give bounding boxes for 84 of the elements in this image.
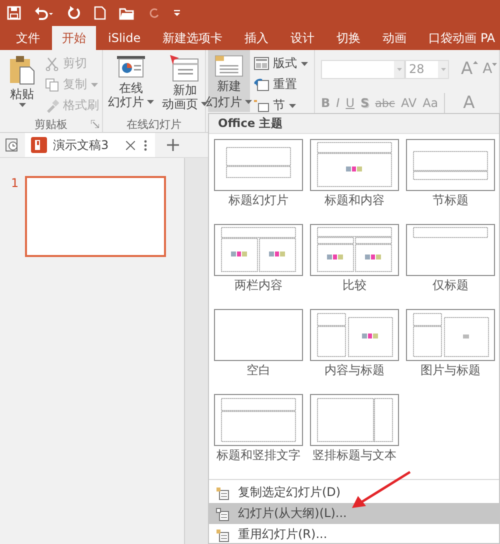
ribbon-tab[interactable]: 新建选项卡 [152,26,233,50]
slides-icon [215,486,229,500]
slides-icon [215,528,229,542]
layout-thumbnail[interactable] [406,309,495,361]
new-slide-button[interactable]: 新建 幻灯片 [208,50,250,112]
layout-name: 比较 [342,277,366,294]
clock-icon[interactable] [5,138,19,152]
document-tab[interactable]: 演示文稿3 [25,133,155,157]
slide-number: 1 [11,176,19,192]
layout-name: 标题幻灯片 [228,192,288,209]
save-icon[interactable] [7,6,21,20]
repeat-icon[interactable] [148,6,160,20]
layout-thumbnail[interactable] [310,394,399,446]
layout-thumbnail[interactable] [310,309,399,361]
layout-thumbnail[interactable] [310,139,399,191]
layout-thumbnail[interactable] [214,139,303,191]
layout-name: 节标题 [432,192,468,209]
scissors-icon [45,56,59,70]
ribbon-tab[interactable]: 口袋动画 PA [418,26,500,50]
slide-with-flag-icon [170,55,200,83]
layout-name: 仅标题 [432,277,468,294]
layout-thumbnail[interactable] [310,224,399,276]
menu-item[interactable]: 复制选定幻灯片(D) [209,482,499,503]
redo-icon[interactable] [67,6,81,20]
paste-button[interactable]: 粘贴 [3,52,41,116]
folder-icon[interactable] [119,6,135,20]
layout-name: 标题和内容 [324,192,384,209]
caret-icon [201,102,208,106]
slides-icon [215,506,229,520]
ribbon-tab[interactable]: 切换 [326,26,371,50]
new-file-icon[interactable] [94,6,106,20]
layout-name: 标题和竖排文字 [216,447,300,464]
clipboard-icon [9,55,35,85]
layout-name: 图片与标题 [420,362,480,379]
customize-icon[interactable] [173,8,181,18]
caret-icon [18,103,26,107]
group-label: 在线幻灯片 [126,116,182,132]
up-caret-icon [472,61,478,64]
layout-thumbnail[interactable] [406,224,495,276]
caret-icon [396,68,402,70]
undo-icon[interactable] [34,6,54,20]
layout-name: 内容与标题 [324,362,384,379]
menu-header: Office 主题 [209,114,499,134]
powerpoint-icon [31,137,47,153]
more-icon[interactable] [144,140,147,150]
layout-thumbnail[interactable] [214,224,303,276]
annotation-arrow [350,470,412,510]
group-label: 剪贴板 [34,116,68,132]
ribbon-tab[interactable]: iSlide [98,26,151,50]
ribbon-tab[interactable]: 开始 [52,26,96,50]
online-slides-button[interactable]: 在线 幻灯片 [106,52,156,116]
slide-icon [212,55,246,77]
caret-icon [289,104,296,108]
layout-name: 空白 [246,362,270,379]
layout-thumbnail[interactable] [214,394,303,446]
layout-name: 竖排标题与文本 [312,447,396,464]
ribbon-tab[interactable]: 文件 [6,26,50,50]
reset-icon [254,78,269,91]
menu-item[interactable]: 重用幻灯片(R)... [209,524,499,544]
layout-button[interactable]: 版式 [254,54,308,73]
caret-icon [147,100,154,104]
ribbon-tab[interactable]: 插入 [234,26,279,50]
ribbon-tab[interactable]: 动画 [372,26,417,50]
slide-thumbnail[interactable] [24,176,166,257]
reset-button[interactable]: 重置 [254,75,308,94]
caret-icon [440,68,446,70]
ribbon-tab[interactable]: 设计 [280,26,325,50]
caret-icon [91,82,98,86]
caret-icon [301,62,308,66]
dialog-launcher-icon[interactable] [91,120,99,128]
font-name-field[interactable] [321,60,405,78]
brush-icon [45,98,59,112]
layout-icon [254,57,269,70]
font-size-field[interactable]: 28 [405,60,449,78]
layout-thumbnail[interactable] [406,139,495,191]
caret-icon [492,63,498,66]
copy-icon [45,78,59,92]
layout-thumbnail[interactable] [214,309,303,361]
menu-item[interactable]: 幻灯片(从大纲)(L)... [209,503,499,524]
plus-icon[interactable] [167,139,179,151]
layout-name: 两栏内容 [234,277,282,294]
close-icon[interactable] [126,140,135,150]
caret-icon [245,100,252,104]
section-button[interactable]: 节 [254,96,308,115]
